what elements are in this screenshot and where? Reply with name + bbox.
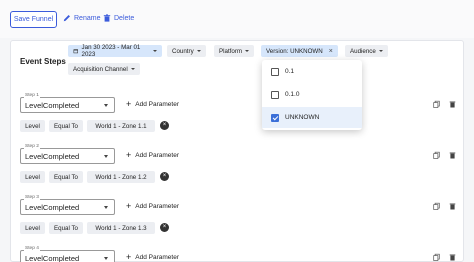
checkbox[interactable] [271, 90, 279, 99]
add-parameter-button[interactable]: + Add Parameter [126, 150, 179, 160]
version-filter[interactable]: Version: UNKNOWN × [261, 45, 338, 57]
chevron-down-icon [196, 50, 201, 52]
plus-icon: + [126, 150, 132, 160]
param-name[interactable]: Level [20, 171, 45, 183]
duplicate-icon[interactable] [433, 151, 440, 159]
add-parameter-button[interactable]: + Add Parameter [126, 201, 179, 211]
event-value: LevelCompleted [25, 151, 80, 161]
param-name[interactable]: Level [20, 222, 45, 234]
step-label: Step 1 [24, 93, 40, 98]
chevron-down-icon [104, 104, 108, 107]
trash-icon[interactable] [449, 100, 456, 108]
add-parameter-label: Add Parameter [135, 253, 179, 261]
option-label: UNKNOWN [285, 114, 320, 121]
remove-parameter-icon[interactable]: × [160, 172, 169, 181]
rename-button[interactable]: Rename [63, 14, 100, 22]
chevron-down-icon [153, 50, 157, 52]
platform-label: Platform [219, 47, 243, 55]
save-funnel-button[interactable]: Save Funnel [10, 11, 57, 28]
param-operator[interactable]: Equal To [49, 222, 83, 234]
date-range-label: Jan 30 2023 - Mar 01 2023 [81, 44, 141, 58]
add-parameter-button[interactable]: + Add Parameter [126, 99, 179, 109]
delete-label: Delete [114, 14, 135, 22]
event-value: LevelCompleted [25, 253, 80, 262]
param-value[interactable]: World 1 - Zone 1.1 [87, 120, 155, 132]
add-parameter-label: Add Parameter [135, 202, 179, 210]
remove-parameter-icon[interactable]: × [160, 223, 169, 232]
chevron-down-icon [245, 50, 250, 52]
duplicate-icon[interactable] [433, 253, 440, 261]
version-label: Version: UNKNOWN [266, 47, 323, 55]
plus-icon: + [126, 201, 132, 211]
checkbox[interactable] [271, 67, 279, 76]
country-label: Country [172, 47, 194, 55]
add-parameter-label: Add Parameter [135, 151, 179, 159]
param-operator[interactable]: Equal To [49, 120, 83, 132]
step-label: Step 3 [24, 195, 40, 200]
step-1-event-select[interactable]: LevelCompleted [20, 97, 115, 113]
step-label: Step 4 [24, 246, 40, 251]
chevron-down-icon [130, 68, 135, 70]
event-value: LevelCompleted [25, 100, 80, 110]
param-value[interactable]: World 1 - Zone 1.3 [87, 222, 155, 234]
chevron-down-icon [378, 50, 383, 52]
param-name[interactable]: Level [20, 120, 45, 132]
add-parameter-button[interactable]: + Add Parameter [126, 252, 179, 262]
version-dropdown-menu: 0.1 0.1.0 UNKNOWN [262, 60, 362, 130]
duplicate-icon[interactable] [433, 202, 440, 210]
remove-parameter-icon[interactable]: × [160, 121, 169, 130]
rename-label: Rename [74, 14, 101, 22]
trash-icon[interactable] [449, 202, 456, 210]
version-option[interactable]: 0.1 [262, 61, 362, 82]
step-3-event-select[interactable]: LevelCompleted [20, 199, 115, 215]
step-2-event-select[interactable]: LevelCompleted [20, 148, 115, 164]
option-label: 0.1.0 [285, 91, 300, 98]
audience-filter[interactable]: Audience [345, 45, 388, 57]
plus-icon: + [126, 99, 132, 109]
acquisition-channel-filter[interactable]: Acquisition Channel [68, 63, 140, 75]
platform-filter[interactable]: Platform [214, 45, 255, 57]
date-range-filter[interactable]: Jan 30 2023 - Mar 01 2023 [68, 44, 162, 58]
plus-icon: + [126, 252, 132, 262]
delete-button[interactable]: Delete [103, 14, 134, 22]
add-parameter-label: Add Parameter [135, 100, 179, 108]
country-filter[interactable]: Country [167, 45, 206, 57]
param-value[interactable]: World 1 - Zone 1.2 [87, 171, 155, 183]
trash-icon[interactable] [449, 253, 456, 261]
version-option[interactable]: UNKNOWN [262, 107, 362, 128]
chevron-down-icon [104, 206, 108, 209]
close-icon[interactable]: × [329, 48, 333, 55]
step-4-event-select[interactable]: LevelCompleted [20, 250, 115, 262]
chevron-down-icon [104, 257, 108, 260]
calendar-icon [73, 49, 78, 54]
version-option[interactable]: 0.1.0 [262, 84, 362, 105]
pencil-icon [63, 15, 70, 22]
audience-label: Audience [350, 47, 376, 55]
option-label: 0.1 [285, 68, 295, 75]
event-value: LevelCompleted [25, 202, 80, 212]
checkbox-checked[interactable] [271, 113, 279, 122]
step-label: Step 2 [24, 144, 40, 149]
panel-title: Event Steps [20, 57, 66, 66]
trash-icon[interactable] [449, 151, 456, 159]
duplicate-icon[interactable] [433, 100, 440, 108]
param-operator[interactable]: Equal To [49, 171, 83, 183]
acquisition-label: Acquisition Channel [73, 65, 128, 73]
chevron-down-icon [104, 155, 108, 158]
trash-icon [103, 14, 111, 22]
